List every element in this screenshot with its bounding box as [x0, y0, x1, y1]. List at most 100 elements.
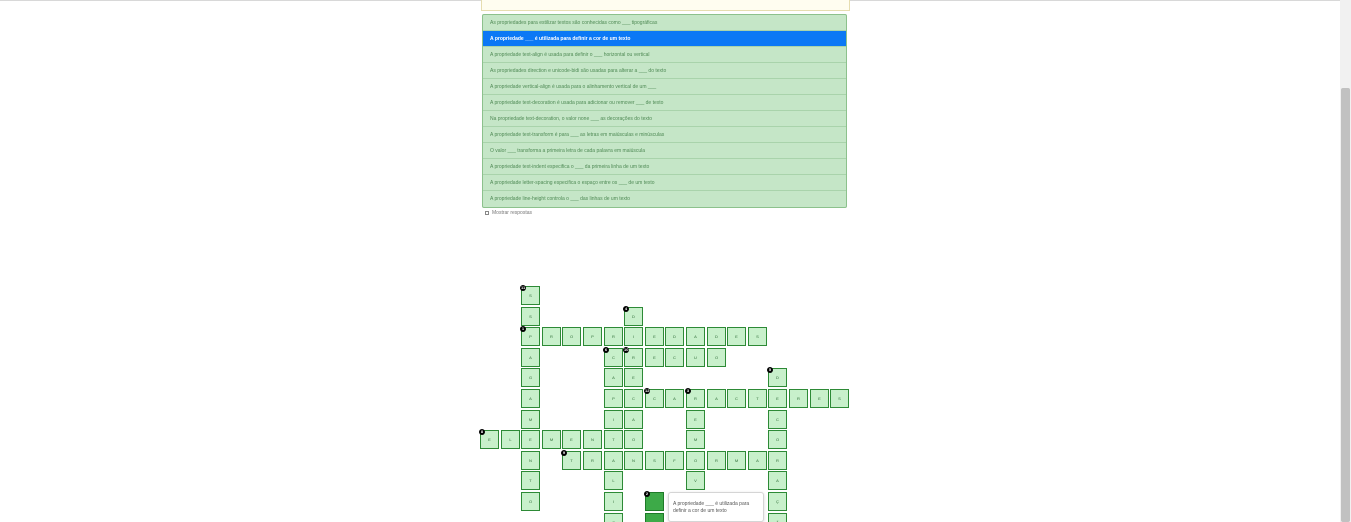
crossword-cell[interactable]: Z	[604, 513, 623, 522]
crossword-cell[interactable]: R	[604, 327, 623, 346]
crossword-cell[interactable]: T9	[561, 450, 581, 470]
crossword-cell[interactable]: S	[521, 307, 540, 326]
cell-letter: A	[776, 478, 779, 483]
crossword-cell[interactable]: M	[727, 451, 746, 470]
crossword-cell[interactable]: N	[624, 451, 643, 470]
crossword-cell[interactable]: R	[542, 327, 561, 346]
cell-letter: A	[612, 375, 615, 380]
crossword-cell[interactable]: A	[521, 348, 540, 367]
cell-letter: C	[632, 396, 635, 401]
crossword-cell[interactable]: C6	[603, 347, 623, 367]
crossword-cell[interactable]: E	[768, 389, 787, 408]
cell-letter: C	[735, 396, 738, 401]
crossword-cell[interactable]: E	[645, 348, 664, 367]
crossword-cell[interactable]: A	[707, 389, 726, 408]
crossword-cell[interactable]: G	[521, 368, 540, 387]
cell-letter: R	[612, 334, 615, 339]
crossword-cell[interactable]: Ç	[768, 492, 787, 511]
crossword-cell[interactable]: C 12	[644, 388, 664, 408]
crossword-cell[interactable]: D	[707, 327, 726, 346]
crossword-cell[interactable]: E	[521, 430, 540, 449]
crossword-cell[interactable]: S	[830, 389, 849, 408]
crossword-cell[interactable]: R	[789, 389, 808, 408]
crossword-cell[interactable]: E8	[479, 429, 499, 449]
crossword-cell[interactable]: R3	[685, 388, 705, 408]
crossword-cell[interactable]: I	[604, 410, 623, 429]
crossword-cell[interactable]: E	[645, 327, 664, 346]
crossword-cell[interactable]: Ã	[768, 513, 787, 522]
clue-number-badge: 12	[644, 388, 651, 394]
crossword-cell[interactable]: C	[624, 389, 643, 408]
cell-letter: R	[715, 458, 718, 463]
cell-letter: S	[838, 396, 841, 401]
crossword-cell[interactable]: C	[727, 389, 746, 408]
crossword-cell[interactable]: A	[521, 389, 540, 408]
cell-letter: R	[591, 458, 594, 463]
crossword-cell[interactable]: A	[665, 389, 684, 408]
crossword-cell[interactable]: E	[624, 368, 643, 387]
crossword-cell[interactable]: N	[583, 430, 602, 449]
crossword-cell[interactable]: O	[768, 430, 787, 449]
crossword-cell[interactable]: O	[521, 492, 540, 511]
crossword-cell[interactable]: V	[686, 471, 705, 490]
scrollbar-thumb[interactable]	[1341, 88, 1350, 522]
clue-tooltip: A propriedade ___ é utilizada para defin…	[668, 492, 764, 522]
crossword-cell[interactable]: A	[768, 471, 787, 490]
crossword-cell[interactable]: E	[562, 430, 581, 449]
crossword-cell[interactable]: M	[521, 410, 540, 429]
cell-letter: S	[653, 458, 656, 463]
crossword-cell[interactable]: O	[707, 348, 726, 367]
crossword-cell[interactable]: E	[810, 389, 829, 408]
crossword-cell[interactable]	[645, 513, 664, 522]
cell-letter: R	[550, 334, 553, 339]
cell-letter: R	[694, 396, 697, 401]
crossword-cell[interactable]: U	[686, 348, 705, 367]
crossword-cell[interactable]: S	[748, 327, 767, 346]
crossword-cell[interactable]: N	[521, 451, 540, 470]
crossword-cell[interactable]: C	[768, 410, 787, 429]
crossword-cell[interactable]: S 11	[520, 285, 540, 305]
crossword-cell[interactable]: L	[501, 430, 520, 449]
crossword-cell[interactable]: A	[604, 368, 623, 387]
crossword-cell[interactable]: O	[624, 430, 643, 449]
crossword-cell[interactable]: D5	[767, 367, 787, 387]
cell-letter: G	[528, 375, 533, 380]
crossword-cell[interactable]: F	[665, 451, 684, 470]
crossword-cell[interactable]: D4	[623, 306, 643, 326]
crossword-cell[interactable]: S	[645, 451, 664, 470]
crossword-cell[interactable]: O	[562, 327, 581, 346]
crossword-cell[interactable]: D	[665, 327, 684, 346]
crossword-cell[interactable]: A	[748, 451, 767, 470]
crossword-cell[interactable]: 2	[644, 491, 664, 511]
crossword-cell[interactable]: M	[542, 430, 561, 449]
clue-number-badge: 11	[520, 285, 527, 291]
cell-letter: D	[776, 375, 779, 380]
crossword-cell[interactable]: L	[604, 471, 623, 490]
crossword-cell[interactable]: A	[624, 410, 643, 429]
crossword-cell[interactable]: T	[748, 389, 767, 408]
crossword-cell[interactable]: R	[707, 451, 726, 470]
crossword-cell[interactable]: R 10	[623, 347, 643, 367]
crossword-cell[interactable]: E	[686, 410, 705, 429]
crossword-cell[interactable]: R	[583, 451, 602, 470]
crossword-cell[interactable]: O	[686, 451, 705, 470]
crossword-cell[interactable]: R	[768, 451, 787, 470]
crossword-cell[interactable]: I	[604, 492, 623, 511]
crossword-cell[interactable]: A	[686, 327, 705, 346]
crossword-cell[interactable]: T	[521, 471, 540, 490]
crossword-cell[interactable]: C	[665, 348, 684, 367]
crossword-cell[interactable]: T	[604, 430, 623, 449]
cell-letter: A	[673, 396, 676, 401]
crossword-cell[interactable]: A	[604, 451, 623, 470]
clue-number-badge: 6	[603, 347, 609, 353]
crossword-cell[interactable]: P	[583, 327, 602, 346]
cell-letter: T	[570, 458, 573, 463]
cell-letter: O	[569, 334, 574, 339]
crossword-cell[interactable]: E	[727, 327, 746, 346]
crossword-cell[interactable]: M	[686, 430, 705, 449]
crossword-cell[interactable]: P	[604, 389, 623, 408]
cell-letter: M	[734, 458, 739, 463]
tooltip-text: A propriedade ___ é utilizada para defin…	[673, 501, 750, 514]
crossword-cell[interactable]: I	[624, 327, 643, 346]
crossword-cell[interactable]: P1	[520, 326, 540, 346]
